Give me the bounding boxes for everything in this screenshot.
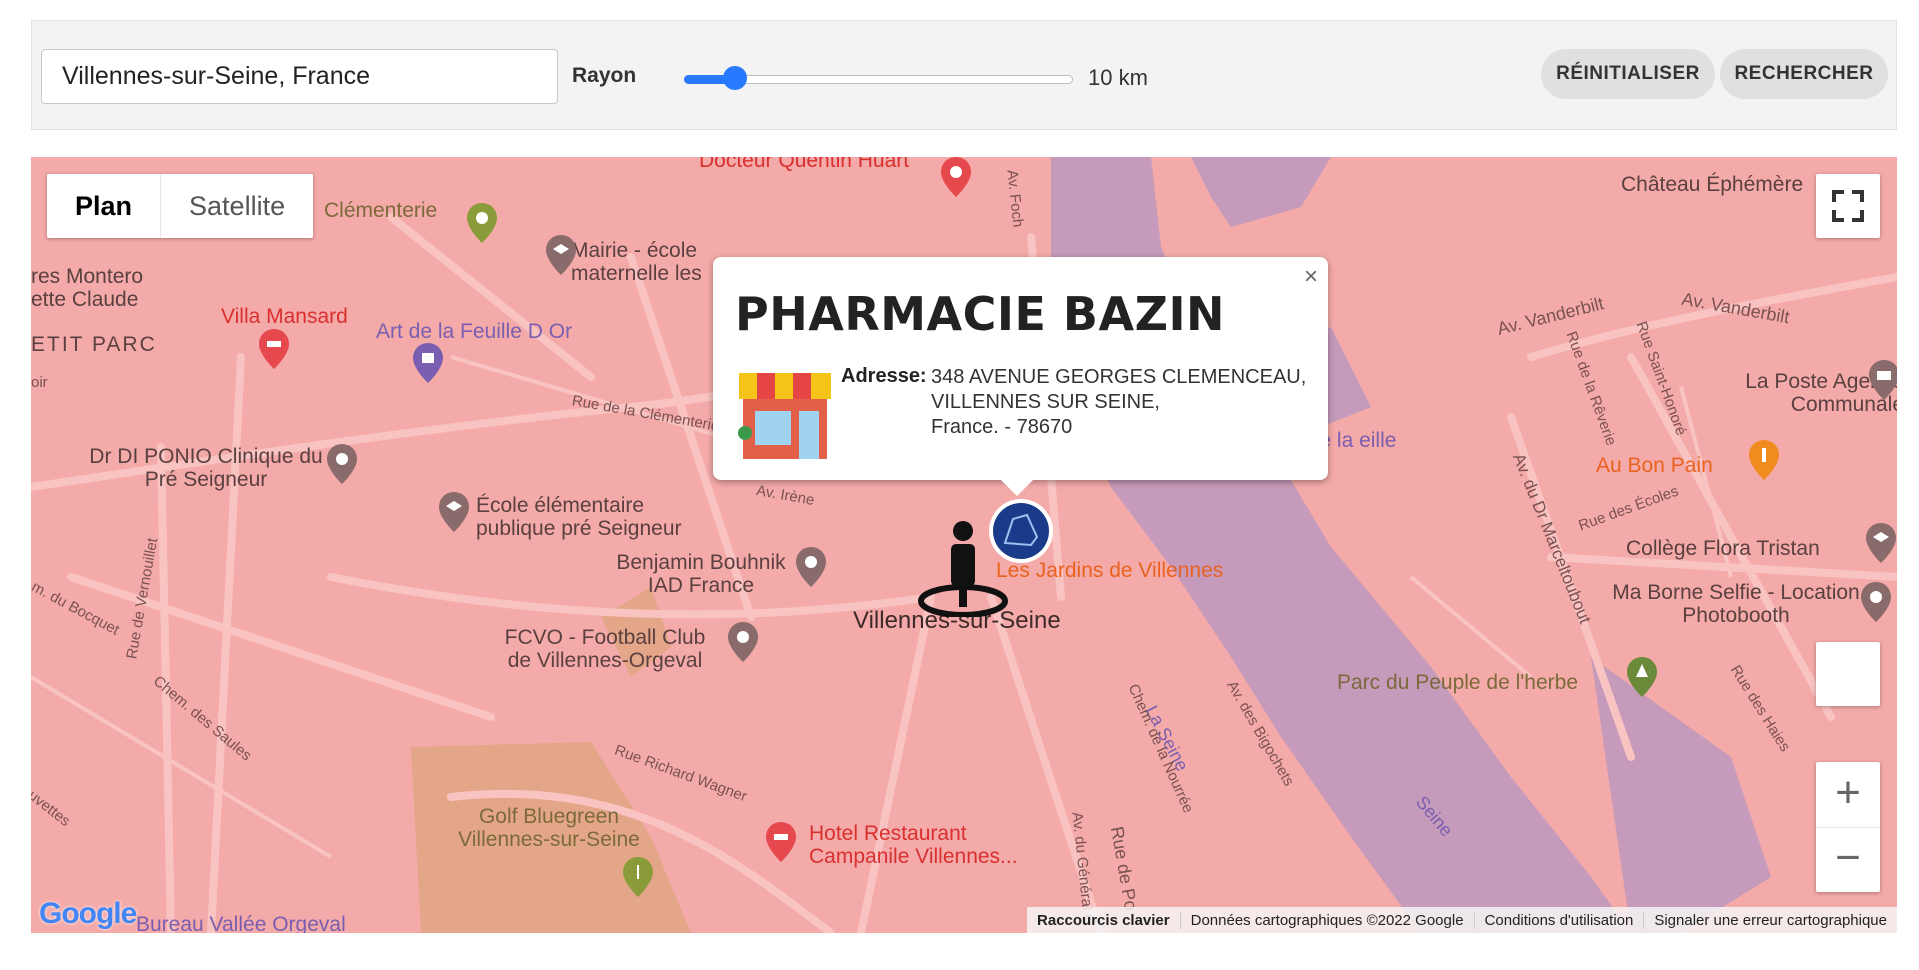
poi-label-parc[interactable]: Parc du Peuple de l'herbe xyxy=(1337,671,1578,694)
map-pin-icon[interactable] xyxy=(467,203,497,243)
location-input[interactable] xyxy=(41,49,558,104)
poi-label-bureau[interactable]: Bureau Vallée Orgeval xyxy=(136,913,346,933)
mail-pin-icon[interactable] xyxy=(1869,360,1897,400)
golf-pin-icon[interactable] xyxy=(623,857,653,897)
store-icon xyxy=(738,373,831,459)
address-line-3: France. - 78670 xyxy=(931,416,1073,438)
hotel-pin-icon[interactable] xyxy=(259,329,289,369)
zoom-in-button[interactable]: + xyxy=(1816,762,1880,828)
zoom-out-button[interactable]: − xyxy=(1816,828,1880,892)
address-label: Adresse: xyxy=(841,365,927,387)
poi-label-college[interactable]: Collège Flora Tristan xyxy=(1626,537,1820,560)
map-type-control: Plan Satellite xyxy=(47,174,314,238)
search-toolbar: Rayon 10 km RÉINITIALISER RECHERCHER xyxy=(31,20,1897,130)
poi-label-bon-pain[interactable]: Au Bon Pain xyxy=(1596,454,1713,477)
poi-label-villa[interactable]: Villa Mansard xyxy=(221,305,348,328)
fullscreen-icon xyxy=(1832,190,1864,222)
shop-pin-icon[interactable] xyxy=(413,343,443,383)
map-canvas[interactable]: Docteur Quentin Huart Château Éphémère C… xyxy=(31,157,1897,933)
map-type-plan[interactable]: Plan xyxy=(47,174,162,238)
area-label-petit-parc: ETIT PARC xyxy=(31,333,157,356)
info-window-close-button[interactable]: × xyxy=(1304,263,1318,291)
zoom-control: + − xyxy=(1816,762,1880,892)
radius-slider-thumb[interactable] xyxy=(722,66,747,90)
pharmacy-marker-icon[interactable] xyxy=(987,497,1055,565)
map-type-satellite[interactable]: Satellite xyxy=(161,174,313,238)
radius-slider[interactable] xyxy=(684,66,1073,90)
radius-label: Rayon xyxy=(572,64,637,87)
medical-pin-icon[interactable] xyxy=(941,157,971,197)
map-pin-icon[interactable] xyxy=(1861,582,1891,622)
google-logo[interactable]: Google xyxy=(39,897,137,931)
radius-value: 10 km xyxy=(1088,65,1148,90)
road-label-oir: oir xyxy=(31,374,48,391)
poi-label-poste[interactable]: La Poste Agence Communale xyxy=(1674,370,1897,416)
report-error-link[interactable]: Signaler une erreur cartographique xyxy=(1643,911,1897,929)
terms-link[interactable]: Conditions d'utilisation xyxy=(1473,911,1644,929)
fullscreen-button[interactable] xyxy=(1816,174,1880,238)
school-pin-icon[interactable] xyxy=(546,235,576,275)
map-attribution-bar: Raccourcis clavier Données cartographiqu… xyxy=(1027,907,1897,933)
poi-label-ecole[interactable]: École élémentaire publique pré Seigneur xyxy=(476,494,706,540)
poi-label-benjamin[interactable]: Benjamin Bouhnik IAD France xyxy=(601,551,801,597)
map-data-text: Données cartographiques ©2022 Google xyxy=(1179,911,1474,929)
school-pin-icon[interactable] xyxy=(1866,523,1896,563)
poi-label-golf[interactable]: Golf Bluegreen Villennes-sur-Seine xyxy=(449,805,649,851)
map-pin-icon[interactable] xyxy=(728,622,758,662)
poi-label-chateau[interactable]: Château Éphémère xyxy=(1621,173,1803,196)
restaurant-pin-icon[interactable] xyxy=(1749,440,1779,480)
poi-label-selfie[interactable]: Ma Borne Selfie - Location Photobooth xyxy=(1611,581,1861,627)
map-pin-icon[interactable] xyxy=(796,547,826,587)
poi-label-hotel[interactable]: Hotel Restaurant Campanile Villennes... xyxy=(809,822,1049,868)
address-text: 348 AVENUE GEORGES CLEMENCEAU, VILLENNES… xyxy=(931,365,1306,440)
address-line-2: VILLENNES SUR SEINE, xyxy=(931,391,1160,413)
poi-label-montero[interactable]: res Montero ette Claude xyxy=(31,265,166,311)
poi-label-art[interactable]: Art de la Feuille D Or xyxy=(376,320,572,343)
reset-button[interactable]: RÉINITIALISER xyxy=(1541,49,1715,99)
search-button[interactable]: RECHERCHER xyxy=(1720,49,1888,99)
hotel-pin-icon[interactable] xyxy=(766,822,796,862)
park-pin-icon[interactable] xyxy=(1627,657,1657,697)
poi-label-fcvo[interactable]: FCVO - Football Club de Villennes-Orgeva… xyxy=(495,626,715,672)
pharmacy-info-window: × PHARMACIE BAZIN Adresse: 348 AVENUE GE… xyxy=(713,257,1328,496)
keyboard-shortcuts-link[interactable]: Raccourcis clavier xyxy=(1027,912,1180,929)
address-line-1: 348 AVENUE GEORGES CLEMENCEAU, xyxy=(931,366,1307,388)
poi-label-clementerie[interactable]: Clémenterie xyxy=(324,199,437,222)
poi-label-ponio[interactable]: Dr DI PONIO Clinique du Pré Seigneur xyxy=(81,445,331,491)
school-pin-icon[interactable] xyxy=(439,492,469,532)
clinic-pin-icon[interactable] xyxy=(327,444,357,484)
poi-label-docteur[interactable]: Docteur Quentin Huart xyxy=(699,157,909,172)
street-view-button[interactable] xyxy=(1816,642,1880,706)
pharmacy-title: PHARMACIE BAZIN xyxy=(735,287,1226,341)
